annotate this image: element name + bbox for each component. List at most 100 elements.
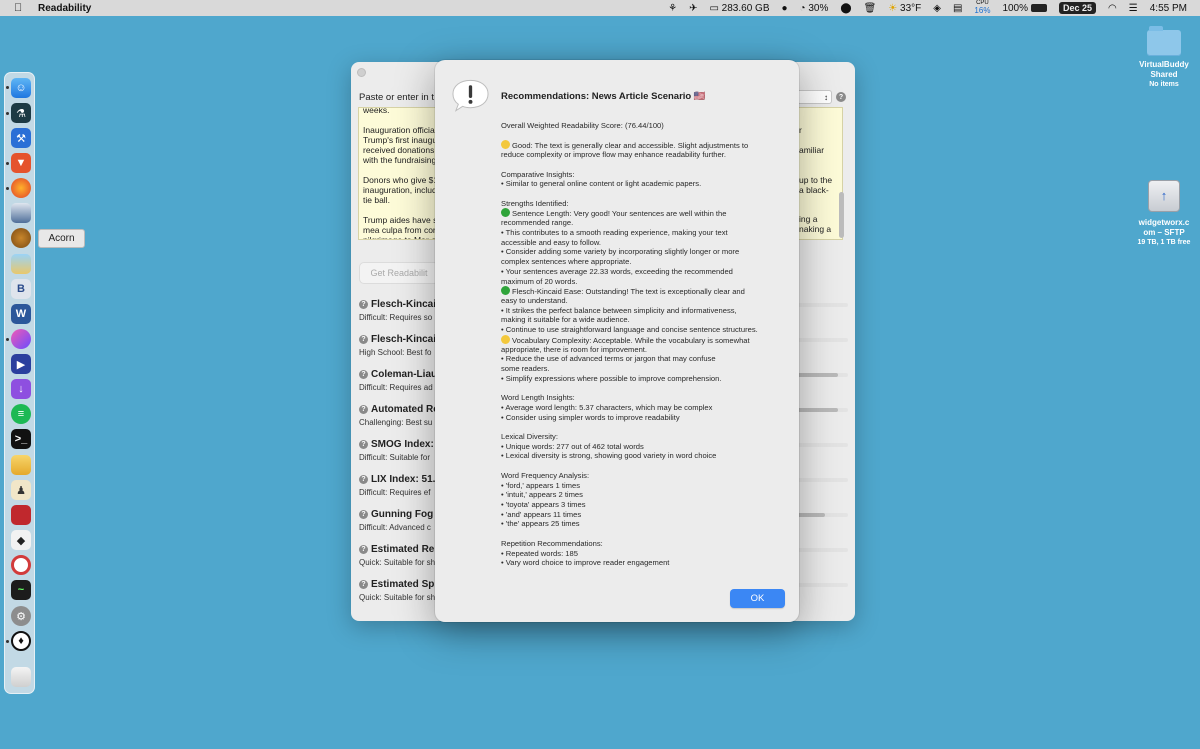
instruments-icon[interactable]: ⚗ <box>11 103 31 123</box>
help-icon[interactable]: ? <box>836 92 846 102</box>
help-icon[interactable]: ? <box>359 545 368 554</box>
storage-status[interactable]: ▭ 283.60 GB <box>703 0 775 16</box>
recommendation-line: complex sentences where appropriate. <box>501 257 786 267</box>
help-icon[interactable]: ? <box>359 335 368 344</box>
metric-title: ? Flesch-Kincai <box>359 299 436 310</box>
weather-status[interactable]: ☀ 33°F <box>882 0 927 16</box>
help-icon[interactable]: ? <box>359 405 368 414</box>
recommendation-line: accessible and easy to follow. <box>501 238 786 248</box>
metric-name: Automated Re <box>371 404 439 415</box>
battery-status[interactable]: 100% <box>996 0 1053 16</box>
recommendation-line: • It strikes the perfect balance between… <box>501 306 786 316</box>
help-icon[interactable]: ? <box>359 300 368 309</box>
ok-button[interactable]: OK <box>730 589 785 608</box>
bike-icon[interactable]: ⚘ <box>662 0 683 16</box>
line-text: • 'the' appears 25 times <box>501 519 580 529</box>
app-menu-name[interactable]: Readability <box>38 3 91 14</box>
window-close-button[interactable] <box>357 68 366 77</box>
recommendation-line: Comparative Insights: <box>501 170 786 180</box>
marathon-icon[interactable]: ♟ <box>11 480 31 500</box>
recommendations-text: Overall Weighted Readability Score: (76.… <box>501 121 786 568</box>
desktop-folder-virtualbuddy[interactable]: VirtualBuddy Shared No items <box>1132 26 1196 90</box>
recommendation-line: appropriate, there is room for improveme… <box>501 345 786 355</box>
line-text: • Continue to use straightforward langua… <box>501 325 758 335</box>
line-text: Repetition Recommendations: <box>501 538 603 548</box>
metric-title: ? SMOG Index: <box>359 439 434 450</box>
infuse-icon[interactable]: ▶ <box>11 354 31 374</box>
help-icon[interactable]: ? <box>359 510 368 519</box>
scanner-icon[interactable] <box>11 203 31 223</box>
location-icon[interactable]: ◈ <box>927 0 947 16</box>
line-text: Vocabulary Complexity: Acceptable. While… <box>512 335 750 345</box>
recommendations-dialog: Recommendations: News Article Scenario 🇺… <box>435 60 799 622</box>
screen-icon[interactable] <box>11 505 31 525</box>
line-text: maximum of 20 words. <box>501 276 578 286</box>
cpu-meter[interactable]: CPU 16% <box>968 0 996 16</box>
word-icon[interactable]: W <box>11 304 31 324</box>
recommendation-line: Vocabulary Complexity: Acceptable. While… <box>501 334 786 345</box>
desktop-drive-sftp[interactable]: ↑ widgetworx.c om – SFTP 19 TB, 1 TB fre… <box>1130 180 1198 248</box>
metric-description: Challenging: Best su <box>359 418 433 427</box>
progress-status[interactable]: ◔ 30% <box>794 0 835 16</box>
wifi-icon[interactable]: ◠ <box>1102 0 1123 16</box>
scenario-select[interactable]: ↕ <box>795 90 832 104</box>
apple-menu-icon[interactable]:  <box>14 2 26 14</box>
line-text: • 'ford,' appears 1 times <box>501 480 581 490</box>
help-icon[interactable]: ? <box>359 370 368 379</box>
arc-icon[interactable] <box>11 329 31 349</box>
clipboard-icon[interactable]: ▤ <box>947 0 968 16</box>
recommendation-line: Repetition Recommendations: <box>501 539 786 549</box>
firefox-icon[interactable] <box>11 178 31 198</box>
control-center-icon[interactable]: ☰ <box>1123 0 1144 16</box>
metric-progress-fill <box>797 373 838 377</box>
recommendation-line: reduce complexity or improve flow may en… <box>501 150 786 160</box>
line-text: Good: The text is generally clear and ac… <box>512 141 749 151</box>
help-icon[interactable]: ? <box>359 475 368 484</box>
alert-icon <box>452 79 489 112</box>
clock[interactable]: 4:55 PM <box>1144 0 1200 16</box>
brave-icon[interactable]: ▼ <box>11 153 31 173</box>
recommendation-line: Overall Weighted Readability Score: (76.… <box>501 121 786 131</box>
spotify-icon[interactable]: ≡ <box>11 404 31 424</box>
date-display[interactable]: Dec 25 <box>1053 0 1102 16</box>
settings-icon[interactable]: ⚙ <box>11 606 31 626</box>
recommendation-line: making it suitable for a wide audience. <box>501 315 786 325</box>
metric-title: ? Flesch-Kincai <box>359 334 436 345</box>
metric-description: Quick: Suitable for sh <box>359 558 436 567</box>
get-readability-button[interactable]: Get Readabilit <box>359 262 439 284</box>
app-status-icon[interactable]: ⬤ <box>834 0 857 16</box>
record-icon[interactable] <box>11 555 31 575</box>
line-text: Word Length Insights: <box>501 393 575 403</box>
downloader-icon[interactable]: ↓ <box>11 379 31 399</box>
widget-icon[interactable]: ♦ <box>11 631 31 651</box>
metric-progress-bar <box>797 513 848 517</box>
trash-status-icon[interactable]: 🗑 <box>858 0 883 16</box>
help-icon[interactable]: ? <box>359 580 368 589</box>
text-scrollbar[interactable] <box>839 192 844 238</box>
drive-icon[interactable] <box>11 455 31 475</box>
line-text: • Unique words: 277 out of 462 total wor… <box>501 441 644 451</box>
line-text: • Your sentences average 22.33 words, ex… <box>501 266 733 276</box>
terminal-icon[interactable]: >_ <box>11 429 31 449</box>
finder-icon[interactable]: ☺ <box>11 78 31 98</box>
airplane-icon[interactable]: ✈ <box>683 0 703 16</box>
paw-icon[interactable]: ● <box>775 0 793 16</box>
metric-progress-bar <box>797 373 848 377</box>
xcode-tools-icon[interactable]: ⚒ <box>11 128 31 148</box>
bbedit-icon[interactable]: B <box>11 279 31 299</box>
preview-icon[interactable] <box>11 254 31 274</box>
trash-icon[interactable] <box>11 667 31 687</box>
acorn-icon[interactable] <box>11 228 31 248</box>
running-indicator <box>6 86 9 89</box>
metric-description: Difficult: Suitable for <box>359 453 430 462</box>
layers-icon[interactable]: ◆ <box>11 530 31 550</box>
line-text: Overall Weighted Readability Score: (76.… <box>501 121 664 130</box>
activity-icon[interactable]: ~ <box>11 580 31 600</box>
line-text: • Simplify expressions where possible to… <box>501 373 722 383</box>
line-text: making it suitable for a wide audience. <box>501 315 630 325</box>
help-icon[interactable]: ? <box>359 440 368 449</box>
